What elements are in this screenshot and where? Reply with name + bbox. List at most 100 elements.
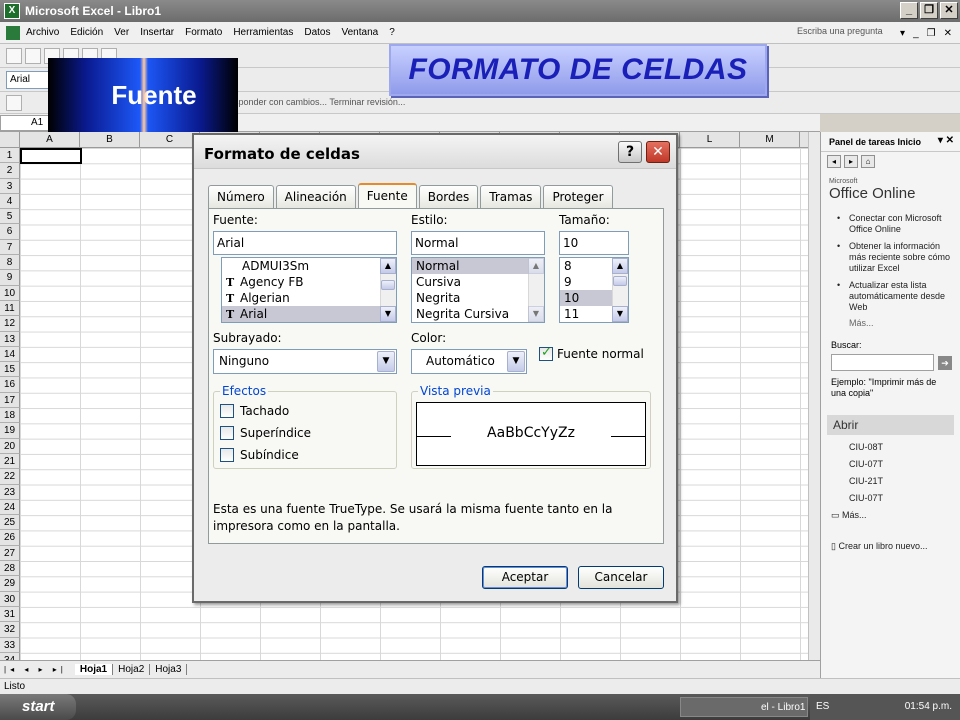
tp-link-update[interactable]: Actualizar esta lista automáticamente de…	[821, 277, 960, 316]
size-list-scrollbar[interactable]: ▲ ▼	[612, 258, 628, 322]
scroll-up-icon[interactable]: ▲	[528, 258, 544, 274]
help-icon[interactable]: ?	[618, 141, 642, 163]
sheet-tab-hoja1[interactable]: Hoja1	[74, 664, 114, 675]
home-icon[interactable]: ⌂	[861, 155, 875, 168]
menu-ver[interactable]: Ver	[114, 27, 129, 38]
row-header[interactable]: 33	[0, 637, 20, 653]
row-header[interactable]: 17	[0, 392, 20, 409]
cancel-button[interactable]: Cancelar	[578, 566, 664, 589]
scroll-up-icon[interactable]: ▲	[380, 258, 396, 274]
style-list-item[interactable]: Negrita	[412, 290, 544, 306]
menu-formato[interactable]: Formato	[185, 27, 222, 38]
underline-combo[interactable]: Ninguno ▼	[213, 349, 397, 374]
menu-herramientas[interactable]: Herramientas	[233, 27, 293, 38]
column-header[interactable]: B	[80, 132, 140, 148]
row-header[interactable]: 5	[0, 209, 20, 225]
tab-numero[interactable]: Número	[208, 185, 274, 209]
row-header[interactable]: 25	[0, 515, 20, 531]
row-header[interactable]: 23	[0, 484, 20, 500]
style-list-item[interactable]: Cursiva	[412, 274, 544, 290]
size-input[interactable]: 10	[559, 231, 629, 255]
column-header[interactable]: C	[140, 132, 200, 148]
row-header[interactable]: 2	[0, 163, 20, 179]
superscript-checkbox[interactable]	[220, 426, 234, 440]
row-header[interactable]: 4	[0, 193, 20, 210]
open-icon[interactable]	[25, 47, 41, 64]
ask-question-input[interactable]: Escriba una pregunta	[797, 26, 892, 40]
style-input[interactable]: Normal	[411, 231, 545, 255]
row-header[interactable]: 34	[0, 652, 20, 660]
menu-help[interactable]: ?	[389, 27, 395, 38]
row-header[interactable]: 31	[0, 606, 20, 623]
review-icon[interactable]	[6, 94, 22, 111]
row-header[interactable]: 12	[0, 316, 20, 332]
tp-new-book[interactable]: ▯ Crear un libro nuevo...	[821, 538, 960, 555]
active-cell[interactable]	[20, 148, 82, 164]
chevron-down-icon[interactable]: ▼	[507, 351, 525, 372]
forward-icon[interactable]: ▸	[844, 155, 858, 168]
tp-recent-file[interactable]: CIU-21T	[821, 473, 960, 490]
row-header[interactable]: 3	[0, 178, 20, 194]
row-header[interactable]: 28	[0, 561, 20, 577]
task-pane-close-icon[interactable]: ▾ ✕	[938, 135, 954, 146]
menu-archivo[interactable]: Archivo	[26, 27, 59, 38]
ok-button[interactable]: Aceptar	[482, 566, 568, 589]
column-header[interactable]: L	[680, 132, 740, 148]
menu-ventana[interactable]: Ventana	[341, 27, 378, 38]
row-header[interactable]: 27	[0, 545, 20, 562]
row-header[interactable]: 13	[0, 331, 20, 347]
tp-recent-file[interactable]: CIU-07T	[821, 456, 960, 473]
style-list-item[interactable]: Negrita Cursiva	[412, 306, 544, 322]
dialog-close-icon[interactable]: ✕	[646, 141, 670, 163]
font-list-item[interactable]: ADMUI3Sm	[222, 258, 396, 274]
row-header[interactable]: 24	[0, 499, 20, 516]
row-header[interactable]: 11	[0, 300, 20, 317]
tp-more-link[interactable]: Más...	[821, 316, 960, 332]
menu-insertar[interactable]: Insertar	[140, 27, 174, 38]
restore-button[interactable]: ❐	[920, 2, 938, 19]
tab-proteger[interactable]: Proteger	[543, 185, 613, 209]
row-header[interactable]: 32	[0, 622, 20, 638]
size-listbox[interactable]: 8 9 10 11 ▲ ▼	[559, 257, 629, 323]
scroll-down-icon[interactable]: ▼	[528, 306, 544, 322]
subscript-checkbox[interactable]	[220, 448, 234, 462]
tab-fuente[interactable]: Fuente	[357, 183, 417, 210]
style-listbox[interactable]: Normal Cursiva Negrita Negrita Cursiva ▲…	[411, 257, 545, 323]
row-header[interactable]: 21	[0, 453, 20, 470]
tp-link-info[interactable]: Obtener la información más reciente sobr…	[821, 238, 960, 277]
font-listbox[interactable]: ADMUI3Sm T Agency FB T Algerian T Arial ▲ ▼	[221, 257, 397, 323]
select-all-corner[interactable]	[0, 132, 20, 148]
font-list-item-selected[interactable]: T Arial	[222, 306, 396, 322]
taskbar-excel-item[interactable]: el - Libro1	[680, 697, 808, 717]
search-go-icon[interactable]: ➔	[938, 355, 952, 370]
style-list-scrollbar[interactable]: ▲ ▼	[528, 258, 544, 322]
row-header[interactable]: 30	[0, 591, 20, 607]
review-commands[interactable]: sponder con cambios... Terminar revisión…	[234, 97, 405, 107]
font-list-scrollbar[interactable]: ▲ ▼	[380, 258, 396, 322]
tp-files-more[interactable]: ▭ Más...	[821, 507, 960, 524]
row-header[interactable]: 7	[0, 239, 20, 256]
column-header[interactable]: A	[20, 132, 80, 148]
doc-minimize-button[interactable]: _	[913, 28, 919, 39]
tab-tramas[interactable]: Tramas	[480, 185, 542, 209]
row-header[interactable]: 14	[0, 346, 20, 363]
font-list-item[interactable]: T Agency FB	[222, 274, 396, 290]
close-button[interactable]: ✕	[940, 2, 958, 19]
row-header[interactable]: 1	[0, 148, 20, 164]
language-indicator[interactable]: ES	[816, 701, 829, 712]
row-header[interactable]: 6	[0, 224, 20, 240]
tab-alineacion[interactable]: Alineación	[275, 185, 356, 209]
doc-restore-button[interactable]: ❐	[927, 28, 936, 39]
tp-recent-file[interactable]: CIU-08T	[821, 439, 960, 456]
minimize-button[interactable]: _	[900, 2, 918, 19]
row-header[interactable]: 15	[0, 362, 20, 378]
scroll-down-icon[interactable]: ▼	[380, 306, 396, 322]
row-header[interactable]: 26	[0, 530, 20, 546]
row-header[interactable]: 20	[0, 438, 20, 454]
scroll-down-icon[interactable]: ▼	[612, 306, 628, 322]
new-icon[interactable]	[6, 47, 22, 64]
tab-bordes[interactable]: Bordes	[418, 185, 479, 209]
row-header[interactable]: 10	[0, 285, 20, 301]
font-list-item[interactable]: T Algerian	[222, 290, 396, 306]
ask-dropdown-icon[interactable]: ▾	[900, 28, 905, 39]
